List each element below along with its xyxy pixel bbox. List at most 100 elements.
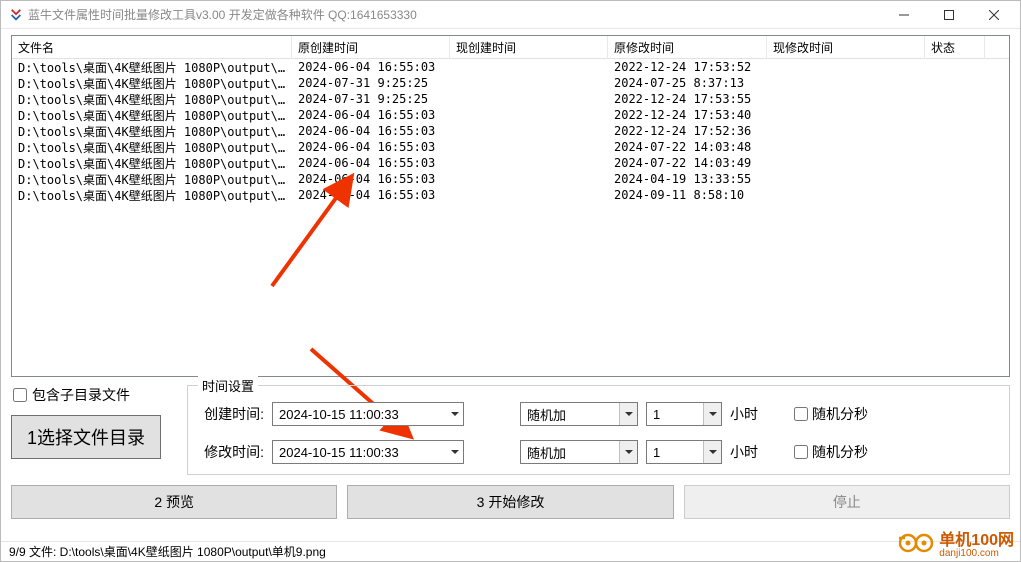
modify-random-minsec-input[interactable] [794, 445, 808, 459]
time-settings-group: 时间设置 创建时间: 2024-10-15 11:00:33 随机加 1 [187, 385, 1010, 475]
watermark-text: 单机100网 danji100.com [939, 533, 1014, 559]
create-time-row: 创建时间: 2024-10-15 11:00:33 随机加 1 小时 [198, 402, 999, 426]
modify-random-minsec-checkbox[interactable]: 随机分秒 [794, 442, 868, 462]
cell-orig-modify: 2024-04-19 13:33:55 [608, 172, 767, 186]
modify-time-input[interactable]: 2024-10-15 11:00:33 [272, 440, 464, 464]
chevron-down-icon[interactable] [619, 441, 637, 463]
cell-filename: D:\tools\桌面\4K壁纸图片 1080P\output\单机… [12, 75, 292, 92]
table-row[interactable]: D:\tools\桌面\4K壁纸图片 1080P\output\单机…2024-… [12, 171, 1009, 187]
modify-random-mode-combo[interactable]: 随机加 [520, 440, 638, 464]
create-time-input[interactable]: 2024-10-15 11:00:33 [272, 402, 464, 426]
left-options: 包含子目录文件 1选择文件目录 [11, 385, 181, 459]
cell-orig-create: 2024-06-04 16:55:03 [292, 60, 450, 74]
bottom-panel: 包含子目录文件 1选择文件目录 时间设置 创建时间: 2024-10-15 11… [11, 385, 1010, 475]
chevron-down-icon[interactable] [619, 403, 637, 425]
close-button[interactable] [971, 1, 1016, 29]
stop-button: 停止 [684, 485, 1010, 519]
create-random-amount-value: 1 [647, 407, 703, 422]
col-new-create[interactable]: 现创建时间 [450, 36, 608, 59]
status-text: 9/9 文件: D:\tools\桌面\4K壁纸图片 1080P\output\… [9, 543, 326, 560]
create-random-amount-combo[interactable]: 1 [646, 402, 722, 426]
modify-random-mode-value: 随机加 [521, 443, 619, 462]
preview-button[interactable]: 2 预览 [11, 485, 337, 519]
app-icon [9, 8, 23, 22]
cell-filename: D:\tools\桌面\4K壁纸图片 1080P\output\单机… [12, 59, 292, 76]
cell-orig-modify: 2024-07-25 8:37:13 [608, 76, 767, 90]
col-new-modify[interactable]: 现修改时间 [767, 36, 925, 59]
create-random-mode-combo[interactable]: 随机加 [520, 402, 638, 426]
cell-orig-create: 2024-07-31 9:25:25 [292, 76, 450, 90]
cell-orig-modify: 2022-12-24 17:53:52 [608, 60, 767, 74]
create-random-minsec-input[interactable] [794, 407, 808, 421]
modify-random-minsec-label: 随机分秒 [812, 442, 868, 462]
table-row[interactable]: D:\tools\桌面\4K壁纸图片 1080P\output\单机…2024-… [12, 155, 1009, 171]
cell-orig-create: 2024-06-04 16:55:03 [292, 188, 450, 202]
cell-orig-create: 2024-06-04 16:55:03 [292, 108, 450, 122]
create-random-mode-value: 随机加 [521, 405, 619, 424]
table-row[interactable]: D:\tools\桌面\4K壁纸图片 1080P\output\单机…2024-… [12, 187, 1009, 203]
select-dir-button[interactable]: 1选择文件目录 [11, 415, 161, 459]
modify-random-amount-value: 1 [647, 445, 703, 460]
titlebar[interactable]: 蓝牛文件属性时间批量修改工具v3.00 开发定做各种软件 QQ:16416533… [1, 1, 1020, 29]
modify-unit-label: 小时 [730, 442, 758, 462]
main-area: 文件名 原创建时间 现创建时间 原修改时间 现修改时间 状态 D:\tools\… [1, 29, 1020, 541]
minimize-button[interactable] [881, 1, 926, 29]
create-random-minsec-checkbox[interactable]: 随机分秒 [794, 404, 868, 424]
watermark-icon [899, 532, 935, 559]
modify-random-amount-combo[interactable]: 1 [646, 440, 722, 464]
cell-orig-modify: 2024-07-22 14:03:49 [608, 156, 767, 170]
col-status[interactable]: 状态 [925, 36, 985, 59]
table-row[interactable]: D:\tools\桌面\4K壁纸图片 1080P\output\单机…2024-… [12, 75, 1009, 91]
table-row[interactable]: D:\tools\桌面\4K壁纸图片 1080P\output\单机…2024-… [12, 107, 1009, 123]
table-row[interactable]: D:\tools\桌面\4K壁纸图片 1080P\output\单机…2024-… [12, 91, 1009, 107]
app-window: 蓝牛文件属性时间批量修改工具v3.00 开发定做各种软件 QQ:16416533… [0, 0, 1021, 562]
modify-time-row: 修改时间: 2024-10-15 11:00:33 随机加 1 小时 [198, 440, 999, 464]
create-random-minsec-label: 随机分秒 [812, 404, 868, 424]
cell-filename: D:\tools\桌面\4K壁纸图片 1080P\output\单机… [12, 171, 292, 188]
cell-orig-create: 2024-06-04 16:55:03 [292, 156, 450, 170]
cell-orig-create: 2024-07-31 9:25:25 [292, 92, 450, 106]
include-subdir-label: 包含子目录文件 [32, 385, 130, 405]
col-filename[interactable]: 文件名 [12, 36, 292, 59]
cell-orig-modify: 2022-12-24 17:53:55 [608, 92, 767, 106]
chevron-down-icon[interactable] [447, 448, 463, 456]
cell-orig-create: 2024-06-04 16:55:03 [292, 140, 450, 154]
cell-orig-modify: 2022-12-24 17:52:36 [608, 124, 767, 138]
action-row: 2 预览 3 开始修改 停止 [11, 485, 1010, 519]
cell-orig-modify: 2024-09-11 8:58:10 [608, 188, 767, 202]
create-unit-label: 小时 [730, 404, 758, 424]
watermark: 单机100网 danji100.com [899, 532, 1014, 559]
start-button[interactable]: 3 开始修改 [347, 485, 673, 519]
list-body: D:\tools\桌面\4K壁纸图片 1080P\output\单机…2024-… [12, 59, 1009, 203]
cell-orig-create: 2024-06-04 16:55:03 [292, 172, 450, 186]
cell-filename: D:\tools\桌面\4K壁纸图片 1080P\output\单机… [12, 91, 292, 108]
include-subdir-input[interactable] [13, 388, 27, 402]
col-orig-create[interactable]: 原创建时间 [292, 36, 450, 59]
cell-orig-create: 2024-06-04 16:55:03 [292, 124, 450, 138]
chevron-down-icon[interactable] [703, 403, 721, 425]
chevron-down-icon[interactable] [447, 410, 463, 418]
time-settings-legend: 时间设置 [198, 376, 258, 395]
table-row[interactable]: D:\tools\桌面\4K壁纸图片 1080P\output\单机…2024-… [12, 139, 1009, 155]
cell-filename: D:\tools\桌面\4K壁纸图片 1080P\output\单机… [12, 155, 292, 172]
file-listview[interactable]: 文件名 原创建时间 现创建时间 原修改时间 现修改时间 状态 D:\tools\… [11, 35, 1010, 377]
table-row[interactable]: D:\tools\桌面\4K壁纸图片 1080P\output\单机…2024-… [12, 59, 1009, 75]
watermark-sub: danji100.com [939, 549, 1014, 559]
cell-filename: D:\tools\桌面\4K壁纸图片 1080P\output\单机… [12, 139, 292, 156]
watermark-main: 单机100网 [939, 533, 1014, 549]
table-row[interactable]: D:\tools\桌面\4K壁纸图片 1080P\output\单机…2024-… [12, 123, 1009, 139]
create-time-label: 创建时间: [198, 404, 264, 424]
col-orig-modify[interactable]: 原修改时间 [608, 36, 767, 59]
maximize-button[interactable] [926, 1, 971, 29]
list-header: 文件名 原创建时间 现创建时间 原修改时间 现修改时间 状态 [12, 36, 1009, 59]
cell-orig-modify: 2022-12-24 17:53:40 [608, 108, 767, 122]
modify-time-value: 2024-10-15 11:00:33 [273, 445, 447, 460]
create-time-value: 2024-10-15 11:00:33 [273, 407, 447, 422]
cell-filename: D:\tools\桌面\4K壁纸图片 1080P\output\单机… [12, 187, 292, 204]
chevron-down-icon[interactable] [703, 441, 721, 463]
window-title: 蓝牛文件属性时间批量修改工具v3.00 开发定做各种软件 QQ:16416533… [28, 6, 417, 23]
modify-time-label: 修改时间: [198, 442, 264, 462]
cell-filename: D:\tools\桌面\4K壁纸图片 1080P\output\单机… [12, 107, 292, 124]
cell-filename: D:\tools\桌面\4K壁纸图片 1080P\output\单机… [12, 123, 292, 140]
include-subdir-checkbox[interactable]: 包含子目录文件 [11, 385, 181, 405]
